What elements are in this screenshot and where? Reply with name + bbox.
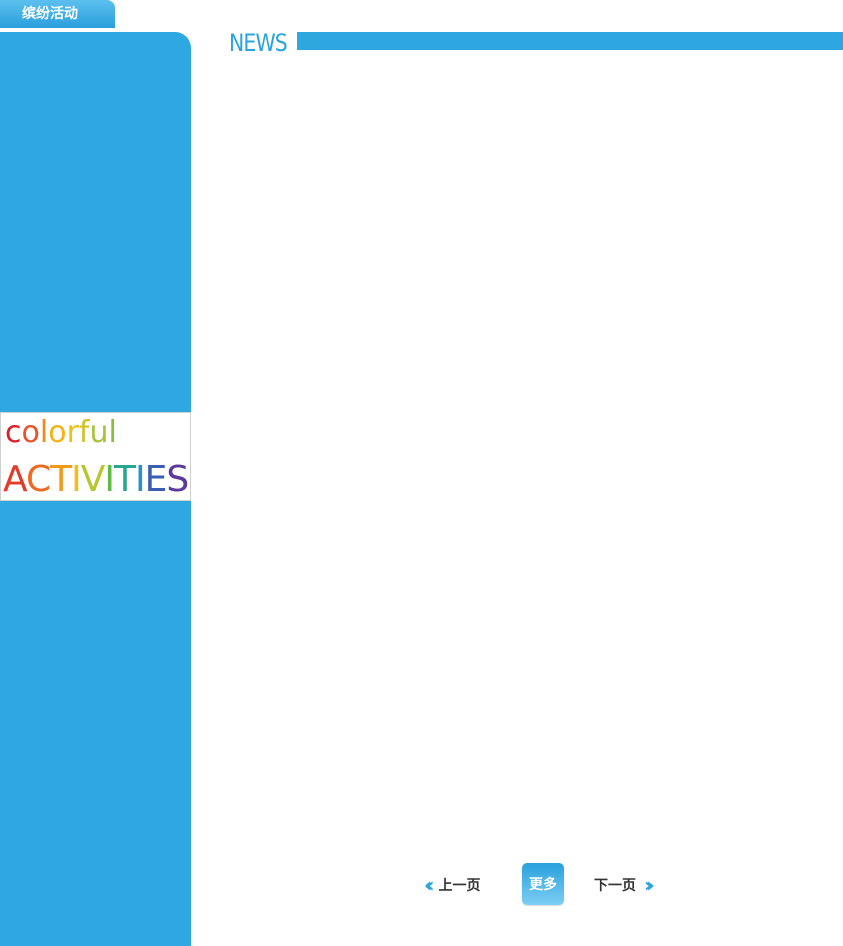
pager: ‹‹ 上一页 更多 下一页 ›› bbox=[0, 862, 843, 906]
activities-letter: V bbox=[80, 459, 106, 500]
news-header-bar bbox=[297, 32, 843, 50]
next-page-link[interactable]: 下一页 ›› bbox=[594, 873, 655, 897]
colorful-letter: r bbox=[66, 415, 79, 450]
news-heading: NEWS bbox=[229, 29, 288, 57]
activities-letter: A bbox=[3, 459, 27, 500]
activities-letter: T bbox=[114, 459, 136, 500]
colorful-letter: l bbox=[108, 415, 117, 450]
prev-page-label: 上一页 bbox=[438, 878, 481, 894]
activities-letter: I bbox=[71, 459, 82, 500]
colorful-letter: c bbox=[5, 415, 22, 450]
colorful-activities-banner: colorful ACTIVITIES bbox=[0, 412, 191, 501]
colorful-letter: o bbox=[21, 415, 40, 450]
activities-letter: S bbox=[166, 459, 189, 500]
double-chevron-right-icon: ›› bbox=[644, 873, 655, 897]
activities-letter: C bbox=[26, 459, 51, 500]
colorful-letter: l bbox=[39, 415, 49, 450]
banner-line-activities: ACTIVITIES bbox=[3, 459, 189, 500]
prev-page-link[interactable]: ‹‹ 上一页 bbox=[424, 873, 481, 897]
activities-letter: T bbox=[50, 459, 72, 500]
colorful-letter: o bbox=[48, 415, 67, 450]
colorful-letter: u bbox=[89, 415, 109, 450]
tab-colorful-activities[interactable]: 缤纷活动 bbox=[0, 0, 115, 28]
activities-letter: I bbox=[104, 459, 115, 500]
activities-letter: E bbox=[144, 459, 168, 500]
banner-line-colorful: colorful bbox=[5, 415, 117, 450]
double-chevron-left-icon: ‹‹ bbox=[424, 873, 435, 897]
activities-letter: I bbox=[135, 459, 146, 500]
next-page-label: 下一页 bbox=[594, 878, 636, 894]
more-button[interactable]: 更多 bbox=[522, 863, 564, 905]
colorful-letter: f bbox=[78, 415, 90, 450]
